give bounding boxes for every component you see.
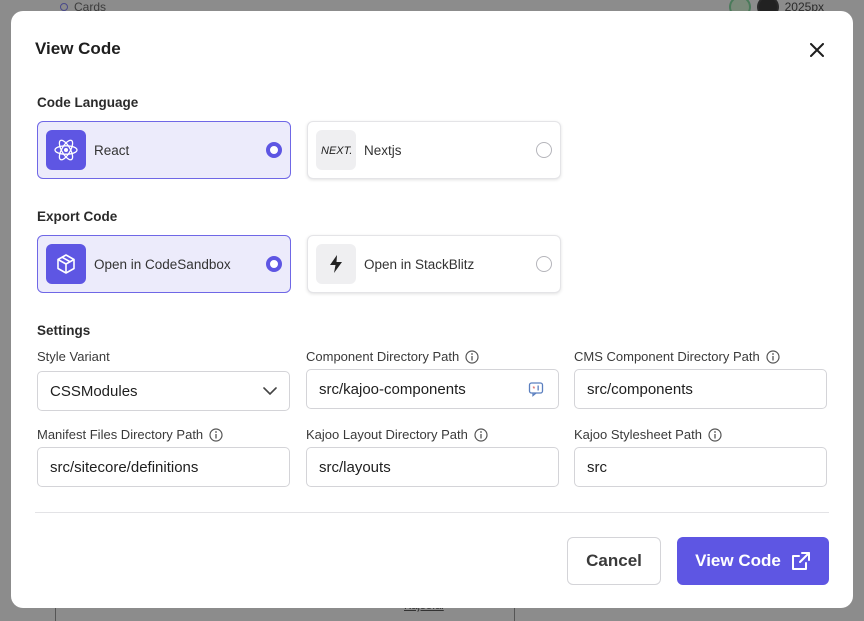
radio-unselected[interactable]: [536, 256, 552, 272]
option-label: Nextjs: [364, 142, 402, 158]
option-label: React: [94, 142, 130, 158]
style-variant-select[interactable]: CSSModules: [37, 371, 290, 411]
input-value: src/layouts: [319, 458, 391, 476]
field-label-text: CMS Component Directory Path: [574, 349, 760, 364]
react-icon: [54, 139, 78, 161]
cards-icon: [60, 3, 68, 11]
chevron-down-icon: [263, 387, 277, 395]
info-icon[interactable]: [766, 349, 780, 364]
input-value: src/sitecore/definitions: [50, 458, 199, 476]
svg-text:*: *: [533, 386, 536, 393]
close-icon: [810, 43, 824, 57]
codesandbox-icon: [57, 254, 75, 274]
option-react[interactable]: React: [37, 121, 291, 179]
cancel-button[interactable]: Cancel: [567, 537, 661, 585]
react-icon-box: [46, 130, 86, 170]
radio-unselected[interactable]: [536, 142, 552, 158]
manifest-dir-label: Manifest Files Directory Path: [37, 427, 223, 442]
info-icon[interactable]: [209, 427, 223, 442]
stackblitz-icon: [330, 255, 342, 273]
option-stackblitz[interactable]: Open in StackBlitz: [307, 235, 561, 293]
component-dir-input[interactable]: src/kajoo-components *: [306, 369, 559, 409]
cms-component-dir-label: CMS Component Directory Path: [574, 349, 780, 364]
info-icon[interactable]: [474, 427, 488, 442]
radio-selected[interactable]: [266, 142, 282, 158]
external-link-icon: [791, 552, 810, 570]
divider: [35, 512, 829, 513]
component-dir-label: Component Directory Path: [306, 349, 479, 364]
option-label: Open in StackBlitz: [364, 256, 475, 272]
field-label-text: Kajoo Stylesheet Path: [574, 427, 702, 442]
input-value: src/components: [587, 380, 693, 398]
view-code-button[interactable]: View Code: [677, 537, 829, 585]
stylesheet-path-label: Kajoo Stylesheet Path: [574, 427, 722, 442]
view-code-button-label: View Code: [695, 551, 781, 570]
stackblitz-icon-box: [316, 244, 356, 284]
nextjs-icon-box: NEXT.: [316, 130, 356, 170]
select-value: CSSModules: [50, 382, 138, 400]
password-manager-icon[interactable]: *: [528, 381, 544, 397]
nextjs-icon: NEXT.: [321, 145, 351, 157]
info-icon[interactable]: [465, 349, 479, 364]
layout-dir-label: Kajoo Layout Directory Path: [306, 427, 488, 442]
code-language-label: Code Language: [37, 95, 139, 110]
modal-title: View Code: [35, 39, 121, 58]
codesandbox-icon-box: [46, 244, 86, 284]
field-label-text: Component Directory Path: [306, 349, 460, 364]
option-codesandbox[interactable]: Open in CodeSandbox: [37, 235, 291, 293]
view-code-modal: View Code Code Language React NEXT. Next…: [11, 11, 853, 608]
svg-text:NEXT.: NEXT.: [321, 145, 351, 157]
background-panel: [55, 606, 515, 621]
field-label-text: Style Variant: [37, 349, 110, 364]
field-label-text: Manifest Files Directory Path: [37, 427, 204, 442]
info-icon[interactable]: [708, 427, 722, 442]
stylesheet-path-input[interactable]: src: [574, 447, 827, 487]
settings-label: Settings: [37, 323, 91, 338]
close-button[interactable]: [805, 39, 829, 61]
style-variant-label: Style Variant: [37, 349, 110, 364]
radio-selected[interactable]: [266, 256, 282, 272]
cms-component-dir-input[interactable]: src/components: [574, 369, 827, 409]
manifest-dir-input[interactable]: src/sitecore/definitions: [37, 447, 290, 487]
layout-dir-input[interactable]: src/layouts: [306, 447, 559, 487]
field-label-text: Kajoo Layout Directory Path: [306, 427, 468, 442]
option-nextjs[interactable]: NEXT. Nextjs: [307, 121, 561, 179]
option-label: Open in CodeSandbox: [94, 256, 231, 272]
input-value: src/kajoo-components: [319, 380, 466, 398]
export-code-label: Export Code: [37, 209, 118, 224]
input-value: src: [587, 458, 607, 476]
